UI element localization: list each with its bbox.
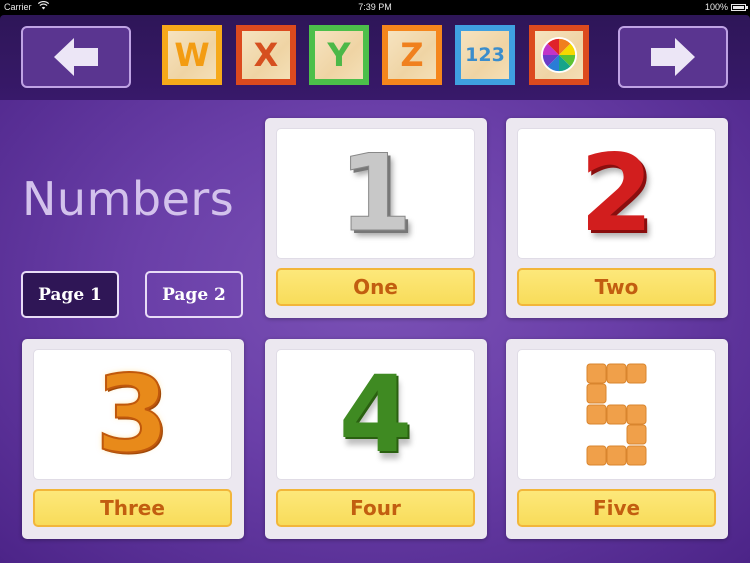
block-w[interactable]: W [162,25,222,85]
block-colors[interactable] [529,25,589,85]
card-four[interactable]: 4 Four [265,339,487,539]
block-x[interactable]: X [236,25,296,85]
card-label: Five [517,489,716,527]
card-image: 4 [276,349,475,480]
card-label: Three [33,489,232,527]
card-three[interactable]: 3 Three [22,339,244,539]
status-bar: Carrier 7:39 PM 100% [0,0,750,15]
card-two[interactable]: 2 Two [506,118,728,318]
block-numbers-label: 123 [461,31,509,79]
card-image: 3 [33,349,232,480]
previous-button[interactable] [21,26,131,88]
card-image: 2 [517,128,716,259]
card-image [517,349,716,480]
next-button[interactable] [618,26,728,88]
digit-three-image: 3 [95,352,171,476]
clock: 7:39 PM [358,2,392,12]
card-five[interactable]: Five [506,339,728,539]
page-2-button[interactable]: Page 2 [145,271,243,318]
card-one[interactable]: 1 One [265,118,487,318]
battery-percent: 100% [704,2,728,12]
card-label: Four [276,489,475,527]
digit-two-image: 2 [579,131,654,255]
arrow-left-icon [54,38,98,76]
block-numbers[interactable]: 123 [455,25,515,85]
card-label: Two [517,268,716,306]
block-w-label: W [168,31,216,79]
arrow-right-icon [651,38,695,76]
digit-five-image [586,363,646,465]
block-z-label: Z [388,31,436,79]
color-wheel-icon [535,31,583,79]
battery-icon [731,4,748,11]
block-y[interactable]: Y [309,25,369,85]
card-image: 1 [276,128,475,259]
page-1-button[interactable]: Page 1 [21,271,119,318]
card-label: One [276,268,475,306]
digit-four-image: 4 [338,352,413,476]
block-y-label: Y [315,31,363,79]
page-title: Numbers [22,172,235,226]
block-z[interactable]: Z [382,25,442,85]
digit-one-image: 1 [338,131,413,255]
block-x-label: X [242,31,290,79]
